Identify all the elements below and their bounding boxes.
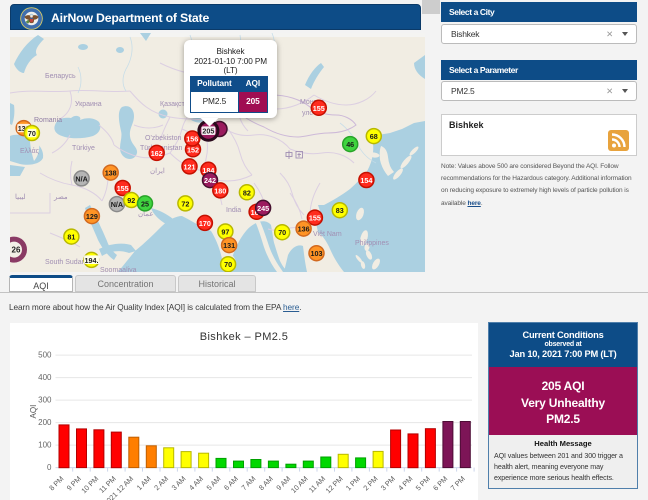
svg-text:70: 70: [28, 129, 36, 138]
svg-text:مصر: مصر: [53, 194, 68, 201]
svg-text:Soomaaliya: Soomaaliya: [100, 267, 137, 272]
svg-text:68: 68: [370, 132, 378, 141]
svg-text:200: 200: [38, 418, 52, 427]
svg-text:O'zbekiston: O'zbekiston: [145, 135, 181, 142]
svg-text:12 PM: 12 PM: [324, 474, 345, 495]
svg-text:N/A: N/A: [75, 174, 87, 183]
svg-text:India: India: [226, 207, 241, 214]
svg-text:Romania: Romania: [34, 117, 62, 124]
svg-text:ایران: ایران: [150, 167, 165, 175]
svg-text:300: 300: [38, 396, 52, 405]
svg-text:6 AM: 6 AM: [222, 474, 240, 492]
svg-text:10 PM: 10 PM: [79, 474, 100, 495]
svg-text:Türkiye: Türkiye: [72, 145, 95, 152]
svg-text:8 PM: 8 PM: [47, 474, 65, 492]
svg-text:500: 500: [38, 351, 52, 360]
svg-text:100: 100: [38, 441, 52, 450]
svg-text:10 AM: 10 AM: [289, 474, 310, 495]
svg-text:400: 400: [38, 373, 52, 382]
svg-text:82: 82: [243, 188, 251, 197]
svg-text:155: 155: [313, 104, 325, 113]
svg-text:5 AM: 5 AM: [205, 474, 223, 492]
svg-text:26: 26: [12, 246, 21, 255]
svg-text:1 AM: 1 AM: [135, 474, 153, 492]
svg-text:7 PM: 7 PM: [449, 474, 467, 492]
svg-text:138: 138: [105, 169, 117, 178]
svg-text:2 PM: 2 PM: [361, 474, 379, 492]
svg-text:83: 83: [336, 206, 344, 215]
svg-text:4 PM: 4 PM: [396, 474, 414, 492]
svg-text:72: 72: [181, 199, 189, 208]
svg-text:103: 103: [311, 249, 323, 258]
svg-text:11 AM: 11 AM: [307, 474, 327, 494]
svg-text:Việt Nam: Việt Nam: [313, 231, 342, 238]
svg-text:7 AM: 7 AM: [239, 474, 257, 492]
svg-text:194.: 194.: [85, 256, 99, 265]
svg-text:92: 92: [127, 196, 135, 205]
svg-text:81: 81: [67, 233, 75, 242]
svg-text:162: 162: [151, 149, 163, 158]
svg-text:Украина: Украина: [75, 101, 102, 108]
svg-text:154: 154: [360, 176, 372, 185]
svg-text:AQI: AQI: [29, 405, 38, 419]
svg-text:242: 242: [204, 176, 216, 185]
svg-text:South Sudan: South Sudan: [45, 259, 86, 266]
svg-text:121: 121: [184, 162, 196, 171]
svg-text:136: 136: [298, 225, 310, 234]
svg-text:97: 97: [221, 228, 229, 237]
svg-text:Беларусь: Беларусь: [45, 73, 76, 80]
svg-text:131: 131: [223, 241, 235, 250]
svg-text:Bishkek – PM2.5: Bishkek – PM2.5: [200, 331, 289, 343]
svg-text:ليبيا: ليبيا: [15, 193, 26, 201]
svg-text:6 PM: 6 PM: [431, 474, 449, 492]
svg-text:8 AM: 8 AM: [257, 474, 275, 492]
svg-text:155: 155: [117, 184, 129, 193]
svg-text:170: 170: [199, 219, 211, 228]
svg-text:245: 245: [257, 204, 269, 213]
svg-text:1 PM: 1 PM: [344, 474, 362, 492]
svg-text:Ελλάς: Ελλάς: [20, 147, 40, 155]
svg-text:0: 0: [47, 463, 52, 472]
svg-text:129: 129: [86, 212, 98, 221]
svg-text:156: 156: [186, 135, 198, 144]
svg-text:155: 155: [309, 214, 321, 223]
svg-text:3 AM: 3 AM: [170, 474, 188, 492]
svg-text:70: 70: [224, 260, 232, 269]
svg-text:70: 70: [278, 228, 286, 237]
svg-text:N/A: N/A: [111, 200, 123, 209]
svg-text:46: 46: [346, 140, 354, 149]
svg-text:180: 180: [214, 186, 226, 195]
svg-text:5 PM: 5 PM: [414, 474, 432, 492]
svg-text:4 AM: 4 AM: [187, 474, 205, 492]
svg-text:25: 25: [141, 199, 149, 208]
svg-text:Philippines: Philippines: [355, 240, 389, 247]
svg-text:2 AM: 2 AM: [152, 474, 170, 492]
svg-text:3 PM: 3 PM: [379, 474, 397, 492]
svg-text:205: 205: [202, 127, 214, 136]
